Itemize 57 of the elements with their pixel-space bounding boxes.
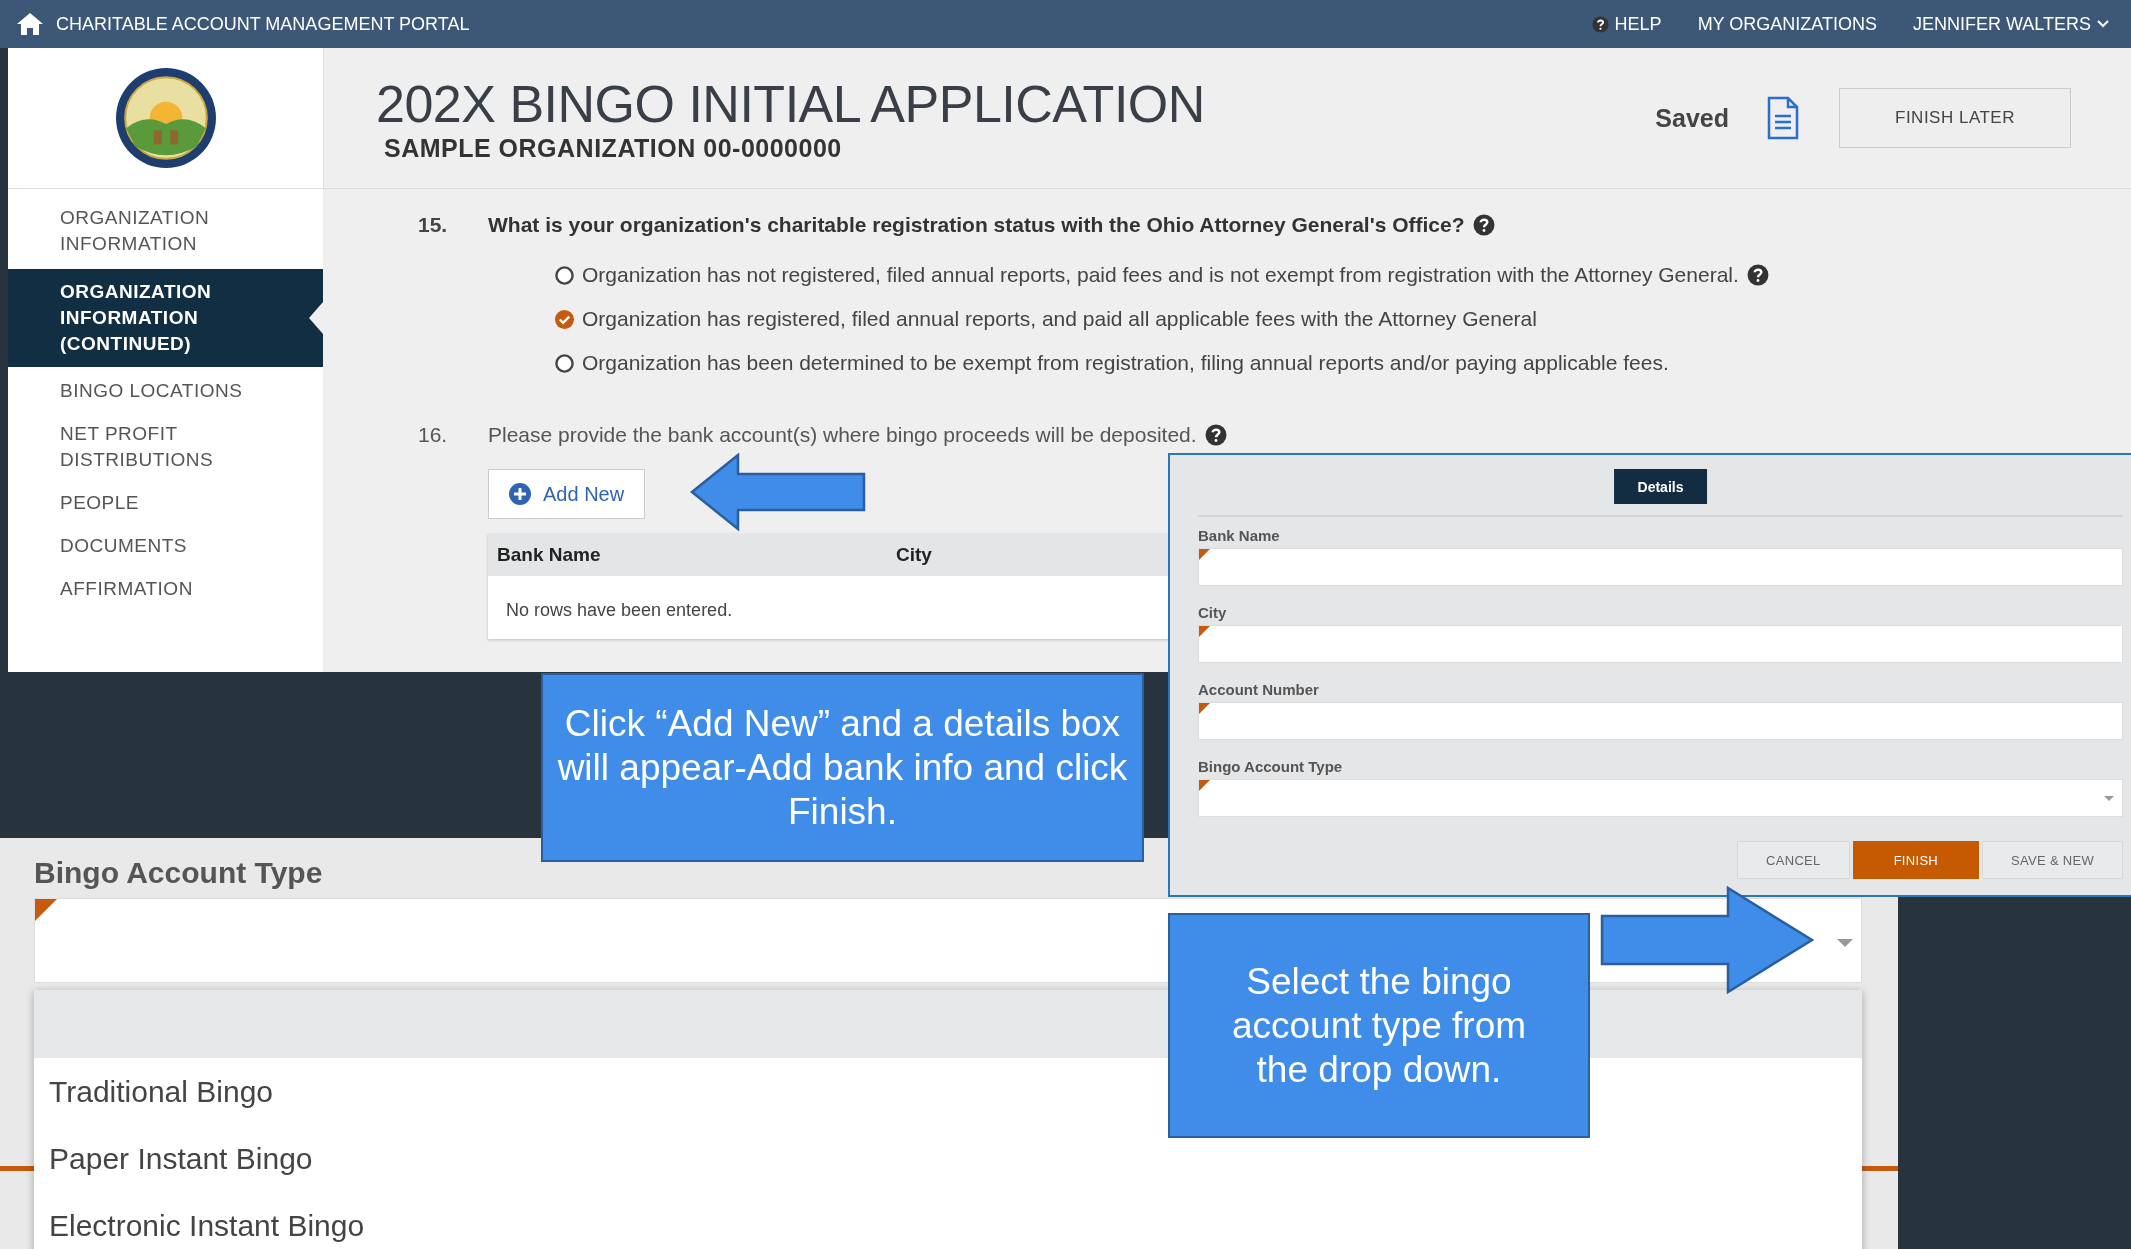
document-icon[interactable] bbox=[1767, 96, 1799, 140]
add-new-button[interactable]: Add New bbox=[488, 469, 646, 519]
finish-later-button[interactable]: FINISH LATER bbox=[1839, 88, 2071, 148]
plus-icon bbox=[509, 483, 531, 505]
empty-message: No rows have been entered. bbox=[505, 599, 734, 622]
home-icon[interactable] bbox=[16, 12, 44, 36]
question-number: 16. bbox=[418, 423, 449, 447]
field-label: City bbox=[1198, 604, 1228, 621]
input-field[interactable] bbox=[1198, 625, 2123, 663]
field-label: Bank Name bbox=[1198, 527, 1281, 544]
radio-button[interactable] bbox=[555, 265, 574, 285]
sidebar-item[interactable]: DOCUMENTS bbox=[8, 525, 323, 568]
saved-status: Saved bbox=[1655, 103, 1729, 133]
dropdown-option[interactable]: Paper Instant Bingo bbox=[49, 1141, 313, 1176]
help-icon[interactable] bbox=[1472, 214, 1495, 236]
help-icon[interactable] bbox=[1591, 15, 1609, 33]
dialog-button[interactable]: SAVE & NEW bbox=[1982, 841, 2123, 879]
question-number: 15. bbox=[418, 213, 449, 237]
dropdown-option[interactable]: Electronic Instant Bingo bbox=[49, 1208, 365, 1243]
caret-icon bbox=[2104, 796, 2114, 801]
details-tab[interactable]: Details bbox=[1613, 469, 1708, 504]
sidebar-item[interactable]: AFFIRMATION bbox=[8, 568, 323, 611]
column-header: City bbox=[895, 544, 932, 566]
organization-subtitle: SAMPLE ORGANIZATION 00-0000000 bbox=[384, 133, 843, 163]
input-field[interactable] bbox=[1198, 702, 2123, 740]
help-link[interactable]: HELP bbox=[1614, 13, 1662, 35]
dialog-button[interactable]: CANCEL bbox=[1737, 841, 1850, 879]
field-label: Bingo Account Type bbox=[34, 856, 323, 890]
column-header: Bank Name bbox=[496, 544, 602, 566]
input-field[interactable] bbox=[1198, 548, 2123, 586]
option-label: Organization has registered, filed annual reports, and paid all applicable fees with the Attorney General bbox=[582, 307, 1537, 331]
sidebar-item[interactable]: NET PROFIT DISTRIBUTIONS bbox=[8, 413, 323, 482]
radio-button[interactable] bbox=[555, 309, 574, 329]
help-icon[interactable] bbox=[1204, 424, 1227, 446]
callout-note: Select the bingo account type from the drop down. bbox=[1168, 913, 1590, 1138]
radio-button[interactable] bbox=[555, 353, 574, 373]
field-label: Bingo Account Type bbox=[1198, 758, 1344, 775]
caret-icon bbox=[1837, 938, 1853, 947]
question-text: What is your organization's charitable registration status with the Ohio Attorney General's Office? bbox=[488, 213, 1465, 237]
sidebar-item[interactable]: ORGANIZATION INFORMATION (CONTINUED) bbox=[8, 269, 323, 367]
dropdown-option[interactable]: Traditional Bingo bbox=[49, 1074, 274, 1109]
sidebar-item[interactable]: PEOPLE bbox=[8, 482, 323, 525]
dialog-button[interactable]: FINISH bbox=[1852, 841, 1980, 879]
select-field[interactable] bbox=[1198, 779, 2123, 817]
organizations-link[interactable]: MY ORGANIZATIONS bbox=[1697, 13, 1877, 35]
sidebar-item[interactable]: BINGO LOCATIONS bbox=[8, 370, 323, 413]
option-label: Organization has not registered, filed annual reports, paid fees and is not exempt from registration with the Attorney General. bbox=[582, 263, 1739, 287]
portal-title[interactable]: CHARITABLE ACCOUNT MANAGEMENT PORTAL bbox=[56, 13, 470, 35]
page-title: 202X BINGO INITIAL APPLICATION bbox=[376, 73, 1206, 134]
question-text: Please provide the bank account(s) where bingo proceeds will be deposited. bbox=[488, 423, 1197, 447]
field-label: Account Number bbox=[1198, 681, 1320, 698]
user-menu[interactable]: JENNIFER WALTERS bbox=[1913, 13, 2091, 35]
chevron-down-icon[interactable] bbox=[2097, 20, 2109, 28]
callout-note: Click “Add New” and a details box will appear-Add bank info and click Finish. bbox=[541, 673, 1144, 862]
option-label: Organization has been determined to be exempt from registration, filing annual reports and/or paying applicable fees. bbox=[582, 351, 1669, 375]
sidebar-item[interactable]: ORGANIZATION INFORMATION bbox=[8, 197, 323, 266]
help-icon[interactable] bbox=[1746, 264, 1769, 286]
